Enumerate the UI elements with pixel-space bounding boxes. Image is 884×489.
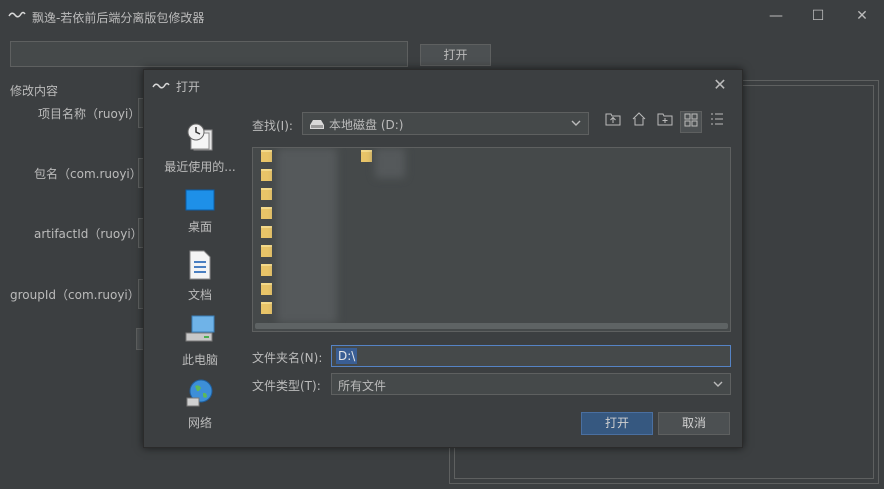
list-view-icon[interactable]	[680, 111, 702, 133]
folder-name-input[interactable]: D:\	[331, 345, 731, 367]
place-network[interactable]: 网络	[158, 378, 242, 431]
document-icon	[189, 250, 211, 280]
place-label: 文档	[187, 288, 212, 302]
home-icon[interactable]	[628, 111, 650, 133]
obscured-file-names	[375, 148, 405, 178]
place-desktop[interactable]: 桌面	[158, 188, 242, 235]
folder-icon	[261, 283, 272, 295]
title-bar: 飘逸-若依前后端分离版包修改器 — ☐ ✕	[0, 0, 884, 32]
dialog-title: 打开	[176, 80, 201, 94]
place-documents[interactable]: 文档	[158, 250, 242, 303]
minimize-button[interactable]: —	[762, 6, 790, 26]
look-in-dropdown[interactable]: 本地磁盘 (D:)	[302, 112, 589, 135]
details-view-icon[interactable]	[706, 111, 728, 133]
obscured-file-names	[277, 148, 337, 323]
chevron-down-icon	[571, 120, 581, 126]
horizontal-scrollbar[interactable]	[255, 323, 728, 329]
folder-name-value: D:\	[336, 348, 358, 364]
folder-icon	[261, 150, 272, 162]
close-button[interactable]: ✕	[848, 6, 876, 26]
place-label: 网络	[187, 416, 212, 430]
network-globe-icon	[186, 379, 213, 407]
place-label: 最近使用的...	[164, 160, 236, 174]
window-title: 飘逸-若依前后端分离版包修改器	[32, 11, 205, 25]
field-label-artifactid: artifactId（ruoyi）	[34, 227, 143, 241]
field-label-package: 包名（com.ruoyi）	[34, 167, 142, 181]
main-open-button[interactable]: 打开	[420, 44, 491, 66]
project-path-input[interactable]	[10, 41, 408, 67]
folder-icon	[261, 188, 272, 200]
computer-icon	[185, 315, 215, 342]
maximize-button[interactable]: ☐	[804, 6, 832, 26]
folder-icon	[261, 302, 272, 314]
dialog-open-button[interactable]: 打开	[581, 412, 653, 435]
app-logo-icon	[8, 11, 26, 18]
up-folder-icon[interactable]	[602, 111, 624, 133]
folder-icon	[361, 150, 372, 162]
recent-documents-icon	[187, 123, 213, 151]
chevron-down-icon	[713, 381, 723, 387]
place-this-pc[interactable]: 此电脑	[158, 315, 242, 368]
file-type-dropdown[interactable]: 所有文件	[331, 373, 731, 395]
place-label: 此电脑	[181, 353, 218, 367]
dialog-cancel-button[interactable]: 取消	[658, 412, 730, 435]
open-file-dialog: 打开 ✕ 最近使用的... 桌面 文档 此电脑 网络 查找(I): 本地磁盘 (…	[143, 69, 743, 448]
folder-name-label: 文件夹名(N):	[252, 351, 323, 365]
dialog-close-icon[interactable]: ✕	[708, 74, 732, 96]
field-label-project-name: 项目名称（ruoyi）	[38, 107, 141, 121]
field-label-groupid: groupId（com.ruoyi）	[10, 288, 140, 302]
section-label: 修改内容	[10, 84, 59, 98]
folder-icon	[261, 169, 272, 181]
look-in-label: 查找(I):	[252, 119, 293, 133]
file-type-label: 文件类型(T):	[252, 379, 321, 393]
dialog-logo-icon	[152, 82, 170, 89]
folder-icon	[261, 264, 272, 276]
place-label: 桌面	[187, 220, 212, 234]
folder-icon	[261, 207, 272, 219]
drive-icon	[310, 120, 324, 129]
place-recent[interactable]: 最近使用的...	[158, 122, 242, 175]
folder-icon	[261, 226, 272, 238]
new-folder-icon[interactable]	[654, 111, 676, 133]
file-type-value: 所有文件	[338, 379, 387, 393]
look-in-value: 本地磁盘 (D:)	[329, 118, 404, 132]
desktop-icon	[185, 189, 215, 211]
file-list[interactable]	[252, 147, 731, 332]
folder-icon	[261, 245, 272, 257]
